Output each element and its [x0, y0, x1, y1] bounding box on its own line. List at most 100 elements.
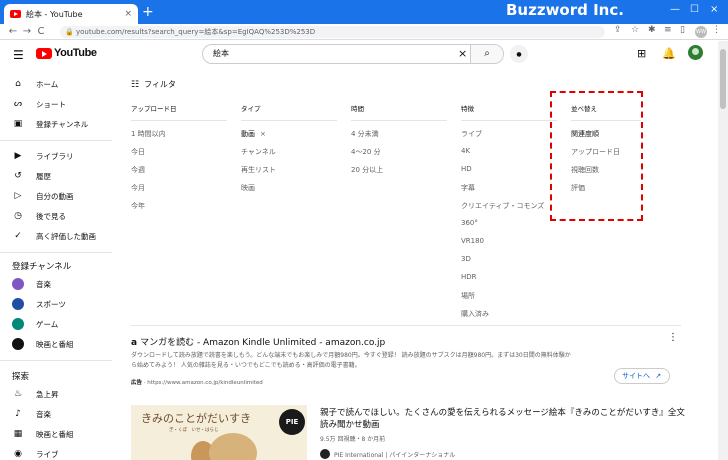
- filter-option[interactable]: 購入済み: [461, 309, 557, 319]
- publisher-badge: PIE: [279, 409, 305, 435]
- filter-option[interactable]: 字幕: [461, 183, 557, 193]
- filter-option[interactable]: 4 分未満: [351, 129, 447, 139]
- extensions-icon[interactable]: ✱: [648, 25, 656, 35]
- filter-column-heading: 時間: [351, 103, 447, 121]
- sidebar-item-label: ライブ: [36, 449, 59, 459]
- clear-search-icon[interactable]: ×: [458, 45, 467, 63]
- library-icon: ▶: [14, 151, 22, 161]
- sidebar-item-your-videos[interactable]: ▷ 自分の動画: [0, 186, 118, 206]
- visit-site-button[interactable]: サイトへ ↗: [614, 368, 670, 384]
- page-scrollbar[interactable]: [718, 41, 728, 460]
- tab-close-icon[interactable]: ×: [124, 9, 132, 19]
- sidebar-item-label: スポーツ: [36, 299, 66, 309]
- account-avatar[interactable]: [688, 45, 703, 60]
- sidebar-item-home[interactable]: ⌂ ホーム: [0, 74, 118, 94]
- filter-option[interactable]: 場所: [461, 291, 557, 301]
- filter-option[interactable]: 今週: [131, 165, 227, 175]
- video-thumbnail[interactable]: きみのことがだいすき ぎ・くぼ いせ・はらじ PIE: [131, 405, 307, 460]
- ad-description: ダウンロードして読み放題で読書を楽しもう。どんな端末でもお楽しみで月額980円。…: [131, 351, 581, 371]
- notifications-bell-icon[interactable]: 🔔: [662, 47, 676, 60]
- thumbnail-subtitle: ぎ・くぼ いせ・はらじ: [169, 428, 219, 433]
- forward-icon[interactable]: →: [20, 26, 34, 37]
- video-channel[interactable]: PIE International | パイインターナショナル: [320, 449, 455, 459]
- sidebar-item-music[interactable]: ♪ 音楽: [0, 404, 118, 424]
- remove-filter-icon[interactable]: ×: [260, 130, 266, 138]
- sidebar-channel-gaming[interactable]: ゲーム: [0, 314, 118, 334]
- sidebar-item-subscriptions[interactable]: ▣ 登録チャンネル: [0, 114, 118, 134]
- filter-option[interactable]: 4K: [461, 147, 557, 157]
- filter-option[interactable]: クリエイティブ・コモンズ: [461, 201, 557, 211]
- filter-option[interactable]: 4～20 分: [351, 147, 447, 157]
- filter-option[interactable]: 今日: [131, 147, 227, 157]
- more-options-icon[interactable]: ⋮: [668, 332, 678, 343]
- sidebar-item-label: ライブラリ: [36, 151, 74, 161]
- sidebar-divider: [0, 252, 112, 253]
- sidebar-item-watch-later[interactable]: ◷ 後で見る: [0, 206, 118, 226]
- sidebar-item-live[interactable]: ◉ ライブ: [0, 444, 118, 460]
- sidebar-channel-movies[interactable]: 映画と番組: [0, 334, 118, 354]
- url-field[interactable]: 🔒 youtube.com/results?search_query=絵本&sp…: [60, 26, 605, 38]
- channel-avatar: [320, 449, 330, 459]
- share-icon[interactable]: ⇪: [614, 25, 622, 35]
- sidebar-item-history[interactable]: ↺ 履歴: [0, 166, 118, 186]
- sidebar-item-label: ゲーム: [36, 319, 59, 329]
- ad-description-line: ら始めてみよう！ 人気の雑誌を見る・いつでもどこでも読める・高評価の電子書籍。: [131, 362, 361, 369]
- sidebar-item-library[interactable]: ▶ ライブラリ: [0, 146, 118, 166]
- filter-option[interactable]: ライブ: [461, 129, 557, 139]
- filter-option[interactable]: 3D: [461, 255, 557, 265]
- voice-search-button[interactable]: ●: [510, 45, 528, 63]
- filter-toggle[interactable]: ☷ フィルタ: [131, 79, 176, 90]
- sidebar-channel-music[interactable]: 音楽: [0, 274, 118, 294]
- bookmark-star-icon[interactable]: ☆: [631, 25, 639, 35]
- create-video-icon[interactable]: ⊞: [637, 47, 646, 60]
- search-input[interactable]: 絵本: [213, 45, 229, 63]
- your-videos-icon: ▷: [14, 191, 22, 201]
- minimize-icon[interactable]: —: [670, 4, 680, 15]
- browser-profile-avatar[interactable]: WW: [695, 26, 707, 38]
- sidebar-item-shorts[interactable]: ᔕ ショート: [0, 94, 118, 114]
- browser-menu-icon[interactable]: ⋮: [712, 25, 721, 35]
- reading-list-icon[interactable]: ≡: [664, 25, 672, 35]
- sidebar-item-liked-videos[interactable]: ✓ 高く評価した動画: [0, 226, 118, 246]
- reload-icon[interactable]: C: [34, 26, 48, 37]
- video-title[interactable]: 親子で読んでほしい。たくさんの愛を伝えられるメッセージ絵本『きみのことがだいすき…: [320, 407, 685, 431]
- sidebar-divider: [0, 140, 112, 141]
- maximize-icon[interactable]: ☐: [690, 4, 699, 15]
- hamburger-menu-icon[interactable]: ☰: [13, 48, 24, 62]
- filter-option[interactable]: チャンネル: [241, 147, 337, 157]
- search-box[interactable]: 絵本 × ⌕: [202, 44, 504, 64]
- sidebar-item-movies[interactable]: ▦ 映画と番組: [0, 424, 118, 444]
- filter-option[interactable]: 再生リスト: [241, 165, 337, 175]
- sidepanel-icon[interactable]: ▯: [680, 25, 685, 35]
- youtube-logo[interactable]: YouTube: [36, 47, 97, 59]
- scrollbar-thumb[interactable]: [720, 49, 726, 109]
- ad-url[interactable]: https://www.amazon.co.jp/kindleunlimited: [147, 380, 263, 386]
- filter-option[interactable]: 360°: [461, 219, 557, 229]
- ad-label: 広告: [131, 380, 143, 386]
- lock-icon: 🔒: [65, 28, 74, 36]
- filter-option[interactable]: 映画: [241, 183, 337, 193]
- music-note-icon: ♪: [15, 409, 21, 419]
- filter-option[interactable]: HD: [461, 165, 557, 175]
- sidebar-channel-sports[interactable]: スポーツ: [0, 294, 118, 314]
- filter-option[interactable]: 1 時間以内: [131, 129, 227, 139]
- external-link-icon: ↗: [655, 372, 662, 380]
- sidebar-item-label: 履歴: [36, 171, 51, 181]
- filter-option[interactable]: 今年: [131, 201, 227, 211]
- browser-tab[interactable]: 絵本 - YouTube ×: [4, 4, 138, 24]
- filter-column-type: タイプ 動画 × チャンネル 再生リスト 映画: [241, 103, 337, 193]
- shorts-icon: ᔕ: [13, 99, 23, 109]
- filter-option[interactable]: VR180: [461, 237, 557, 247]
- filter-option[interactable]: 20 分以上: [351, 165, 447, 175]
- search-button[interactable]: ⌕: [470, 45, 503, 63]
- back-icon[interactable]: ←: [6, 26, 20, 37]
- new-tab-button[interactable]: +: [142, 4, 154, 20]
- sidebar-item-label: ショート: [36, 99, 66, 109]
- filter-option[interactable]: HDR: [461, 273, 557, 283]
- sidebar-item-trending[interactable]: ♨ 急上昇: [0, 384, 118, 404]
- close-window-icon[interactable]: ×: [710, 4, 718, 15]
- ad-title[interactable]: a マンガを読む - Amazon Kindle Unlimited - amaz…: [131, 335, 385, 348]
- filter-option[interactable]: 今月: [131, 183, 227, 193]
- channel-avatar: [12, 298, 24, 310]
- filter-option-selected[interactable]: 動画 ×: [241, 129, 337, 139]
